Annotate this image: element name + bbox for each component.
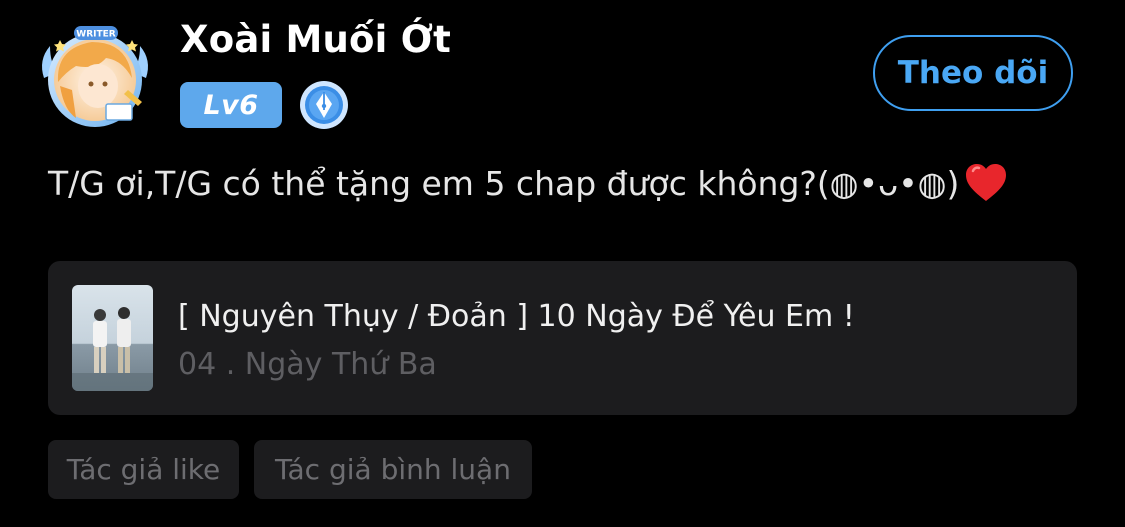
avatar-image: WRITER — [42, 26, 148, 127]
comment-body: T/G ơi,T/G có thể tặng em 5 chap được kh… — [48, 160, 1009, 206]
comment-item: WRITER Xoài Muối Ớt Lv6 Theo dõi T/G ơi,… — [0, 0, 1125, 527]
level-badge: Lv6 — [180, 82, 282, 128]
story-card[interactable]: [ Nguyên Thụy / Đoản ] 10 Ngày Để Yêu Em… — [48, 261, 1077, 415]
writer-badge-icon — [299, 80, 349, 130]
avatar[interactable]: WRITER — [36, 20, 154, 132]
red-heart-icon — [963, 160, 1009, 206]
story-chapter: 04 . Ngày Thứ Ba — [178, 347, 437, 382]
story-cover-image — [72, 285, 153, 391]
author-comment-chip[interactable]: Tác giả bình luận — [254, 440, 532, 499]
author-like-chip[interactable]: Tác giả like — [48, 440, 239, 499]
avatar-frame-label: WRITER — [76, 30, 115, 40]
follow-button[interactable]: Theo dõi — [873, 35, 1073, 111]
story-title: [ Nguyên Thụy / Đoản ] 10 Ngày Để Yêu Em… — [178, 299, 855, 334]
comment-text: T/G ơi,T/G có thể tặng em 5 chap được kh… — [48, 163, 960, 203]
username[interactable]: Xoài Muối Ớt — [180, 18, 451, 61]
